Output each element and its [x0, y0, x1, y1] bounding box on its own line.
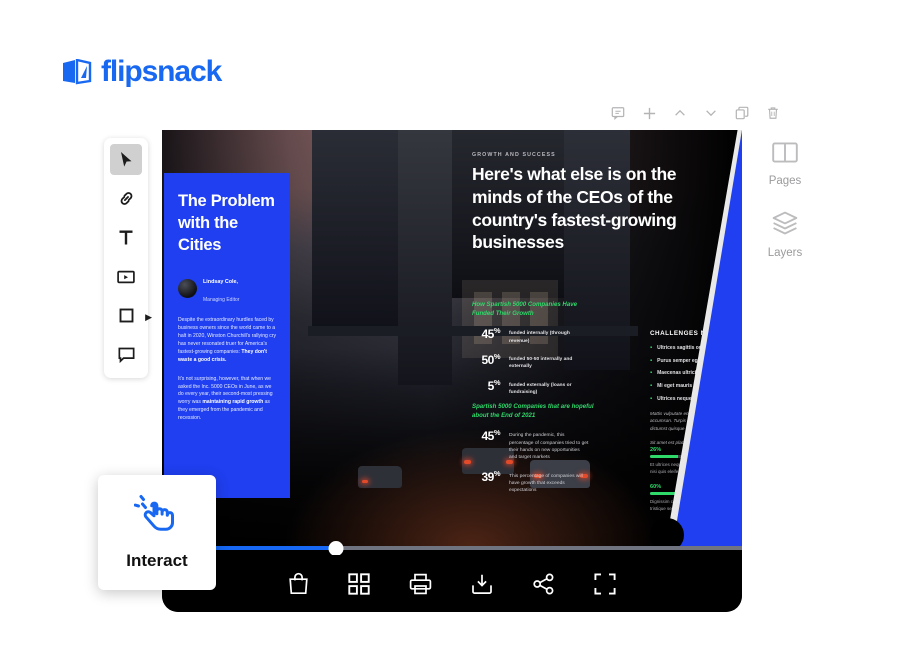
select-tool[interactable]: [110, 144, 142, 175]
chevron-right-icon: ▶: [145, 312, 152, 322]
stat-desc: funded 50-50 internally and externally: [509, 357, 573, 370]
progress-bar-fill: [650, 455, 679, 458]
stat-row: 39% This percentage of companies will ha…: [472, 469, 600, 495]
bullet-icon: ▪: [650, 345, 653, 351]
stat-desc: This percentage of companies will have g…: [509, 473, 583, 494]
right-page-headline: Here's what else is on the minds of the …: [472, 164, 677, 253]
left-page-paragraph-1: Despite the extraordinary hurdles faced …: [178, 317, 277, 363]
tap-hand-icon: [133, 494, 180, 541]
chevron-down-icon[interactable]: [701, 103, 721, 123]
bullet-icon: ▪: [650, 357, 653, 364]
element-toolbar: [608, 103, 783, 123]
add-icon[interactable]: [639, 103, 659, 123]
stat-row: 45% During the pandemic, this percentage…: [472, 428, 600, 461]
stat-desc: funded externally (loans or fundraising): [509, 382, 572, 396]
stat-value: 45%: [481, 326, 500, 342]
stat-value: 50%: [481, 352, 500, 367]
print-button[interactable]: [409, 573, 432, 595]
fullscreen-button[interactable]: [594, 572, 616, 595]
left-page[interactable]: The Problem with the Cities Lindsay Cole…: [164, 173, 290, 498]
interact-card-label: Interact: [126, 551, 188, 570]
chevron-up-icon[interactable]: [670, 103, 690, 123]
layers-panel[interactable]: Layers: [757, 211, 813, 259]
interact-card[interactable]: Interact: [98, 475, 216, 590]
share-button[interactable]: [532, 573, 555, 595]
left-page-title: The Problem with the Cities: [178, 192, 275, 254]
layers-panel-label: Layers: [767, 247, 803, 259]
bullet-icon: ▪: [650, 383, 653, 390]
stat-row: 50% funded 50-50 internally and external…: [472, 352, 600, 371]
stat-value: 5%: [487, 377, 501, 393]
thumbnails-button[interactable]: [348, 572, 370, 595]
flipbook-canvas[interactable]: The Problem with the Cities Lindsay Cole…: [162, 130, 742, 612]
brand-logo[interactable]: flipsnack: [62, 55, 222, 89]
pages-panel-label: Pages: [768, 175, 802, 187]
bullet-icon: ▪: [650, 370, 653, 377]
stat-row: 5% funded externally (loans or fundraisi…: [472, 378, 600, 397]
pages-panel[interactable]: Pages: [757, 142, 813, 187]
author-name: Lindsay Cole,: [203, 279, 239, 286]
author-role: Managing Editor: [203, 297, 240, 304]
comment-icon[interactable]: [608, 103, 628, 123]
stat-row: 45% funded internally (through revenue): [472, 326, 600, 345]
download-button[interactable]: [471, 573, 493, 595]
shape-tool[interactable]: ▶: [110, 300, 152, 331]
video-tool[interactable]: [110, 261, 142, 292]
stats-section-hopeful: Spartish 5000 Companies that are hopeful…: [472, 402, 600, 502]
playback-progress[interactable]: [162, 541, 742, 556]
brand-name: flipsnack: [101, 55, 222, 88]
right-side-panel: Pages Layers: [757, 142, 813, 283]
trash-icon[interactable]: [763, 103, 783, 123]
stats-section-funding: How Spartish 5000 Companies Have Funded …: [472, 300, 600, 403]
stat-desc: During the pandemic, this percentage of …: [509, 433, 589, 461]
left-page-paragraph-2: It's not surprising, however, that when …: [178, 375, 273, 422]
comment-tool[interactable]: [110, 339, 142, 370]
viewer-toolbar: [162, 555, 742, 612]
progress-handle[interactable]: [328, 541, 344, 556]
page-spread: The Problem with the Cities Lindsay Cole…: [162, 130, 742, 548]
duplicate-icon[interactable]: [732, 103, 752, 123]
stats-section-funding-title: How Spartish 5000 Companies Have Funded …: [472, 301, 577, 318]
shop-button[interactable]: [288, 572, 309, 595]
right-page-kicker: GROWTH AND SUCCESS: [472, 152, 556, 158]
stat-value: 45%: [481, 428, 500, 444]
stat-desc: funded internally (through revenue): [509, 331, 570, 344]
author-block: Lindsay Cole, Managing Editor: [178, 270, 277, 306]
avatar: [178, 278, 197, 298]
stat-value: 39%: [481, 468, 500, 484]
left-tool-rail: ▶: [104, 138, 152, 378]
flipsnack-editor: flipsnack ▶ Pages Layers The Problem wit…: [0, 0, 900, 668]
book-icon: [772, 142, 798, 168]
bullet-icon: ▪: [650, 395, 653, 402]
link-tool[interactable]: [110, 183, 142, 214]
layers-icon: [772, 211, 798, 240]
book-logo-icon: [62, 57, 92, 86]
text-tool[interactable]: [110, 222, 142, 253]
stats-section-hopeful-title: Spartish 5000 Companies that are hopeful…: [472, 403, 594, 420]
